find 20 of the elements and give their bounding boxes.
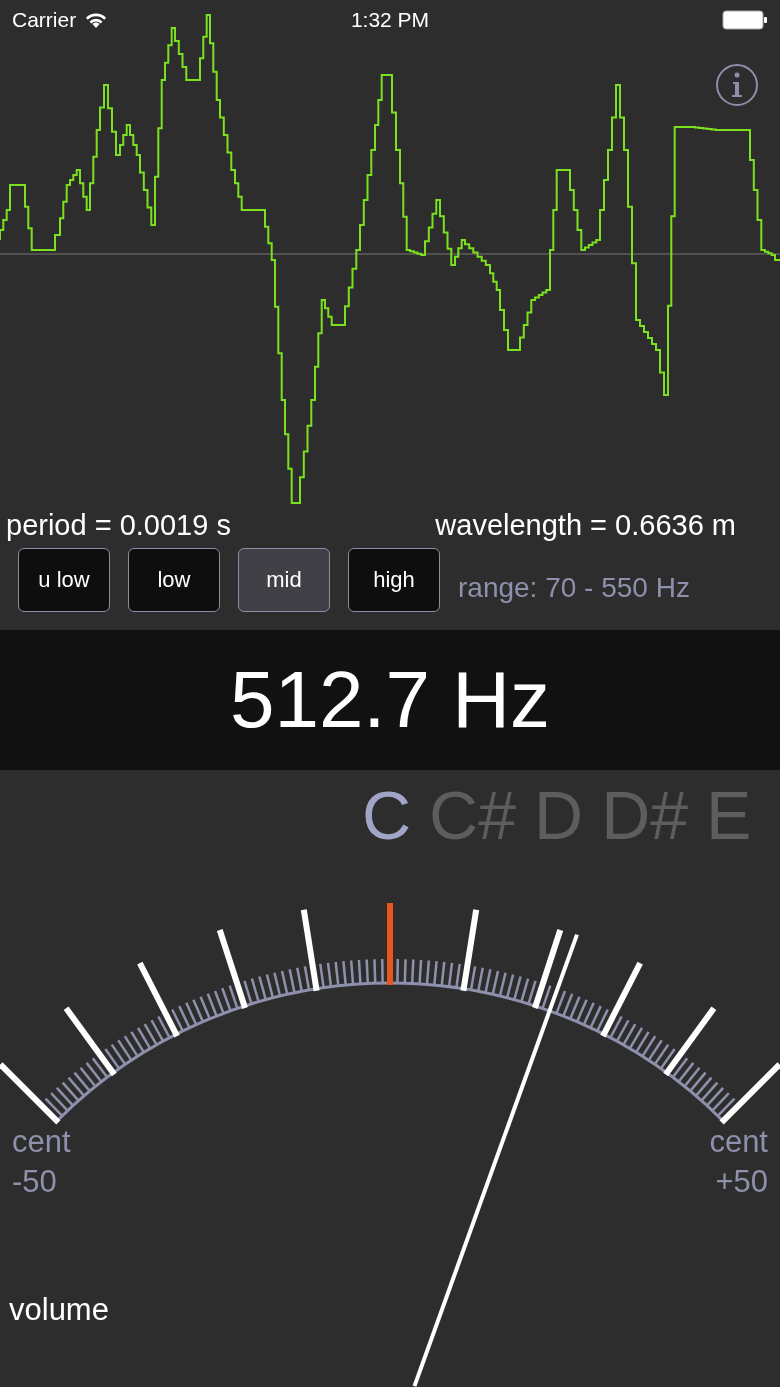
range-button[interactable]: high — [348, 547, 440, 612]
carrier-name: Carrier — [12, 8, 77, 32]
info-button[interactable] — [716, 64, 758, 106]
battery-icon — [722, 10, 768, 30]
status-time: 1:32 PM — [350, 8, 430, 32]
note-name[interactable]: C — [362, 776, 412, 854]
cent-label: cent — [12, 1123, 71, 1161]
cent-value: -50 — [12, 1163, 57, 1201]
frequency-reading: 512.7 Hz — [229, 654, 551, 746]
cent-value: +50 — [715, 1163, 768, 1201]
wavelength-reading: wavelength = 0.6636 m — [435, 508, 736, 542]
wifi-icon — [84, 11, 109, 29]
range-button[interactable]: low — [128, 547, 220, 612]
period-reading: period = 0.0019 s — [6, 508, 231, 542]
range-button[interactable]: mid — [238, 547, 330, 612]
info-icon — [732, 72, 742, 98]
cent-label: cent — [709, 1123, 768, 1161]
volume-label: volume — [9, 1292, 109, 1328]
range-button[interactable]: u low — [18, 547, 110, 612]
range-text: range: 70 - 550 Hz — [458, 571, 690, 604]
